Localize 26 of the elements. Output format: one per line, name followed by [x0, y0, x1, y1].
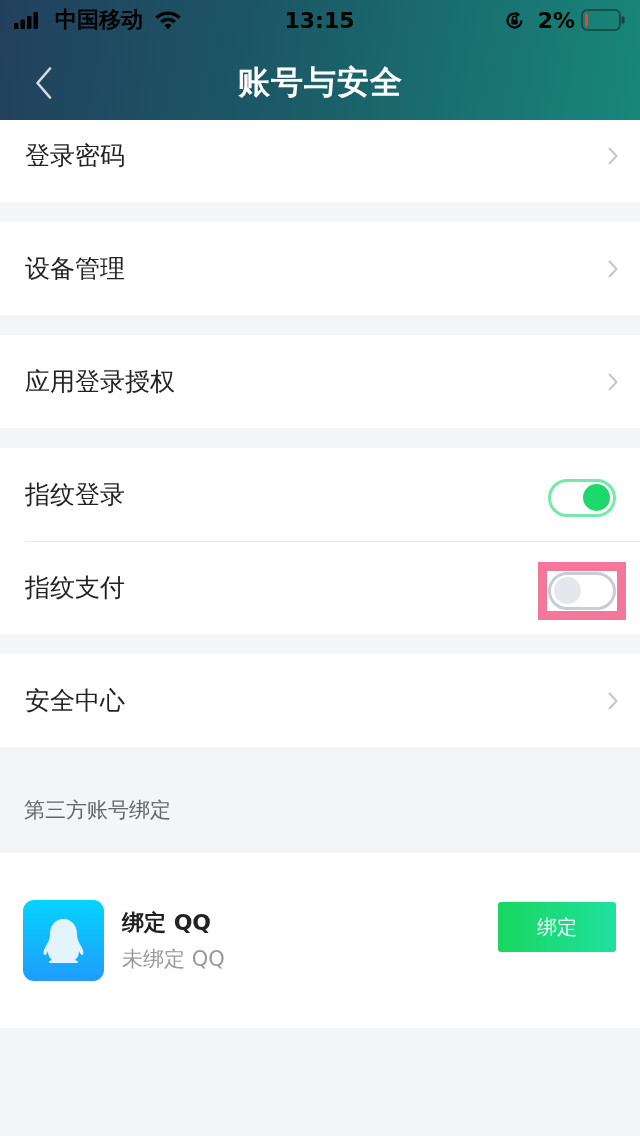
- account-title: 绑定 QQ: [122, 908, 213, 937]
- toggle-switch[interactable]: [548, 571, 616, 610]
- account-status: 未绑定 QQ: [122, 945, 225, 973]
- back-button[interactable]: [33, 65, 54, 101]
- wifi-icon: [154, 10, 182, 30]
- settings-item[interactable]: 登录密码: [0, 120, 640, 202]
- battery-percent: 2%: [537, 7, 575, 33]
- row-label: 指纹支付: [25, 572, 125, 604]
- penguin-icon: [23, 900, 104, 981]
- signal-icon: [14, 11, 38, 29]
- rotation-lock-icon: [504, 10, 524, 30]
- toggle-switch[interactable]: [548, 478, 616, 517]
- page-title: 账号与安全: [237, 62, 403, 103]
- row-label: 指纹登录: [25, 479, 125, 511]
- chevron-icon: [608, 372, 618, 391]
- chevron-icon: [608, 691, 618, 710]
- chevron-icon: [608, 146, 618, 165]
- carrier-name: 中国移动: [55, 6, 143, 34]
- clock-time: 13:15: [284, 7, 355, 33]
- settings-item[interactable]: 应用登录授权: [0, 335, 640, 428]
- section-heading: 第三方账号绑定: [24, 798, 171, 822]
- battery-icon: [581, 9, 625, 31]
- settings-item[interactable]: 设备管理: [0, 222, 640, 315]
- back-icon: [35, 67, 52, 99]
- chevron-icon: [608, 259, 618, 278]
- settings-item[interactable]: 安全中心: [0, 654, 640, 747]
